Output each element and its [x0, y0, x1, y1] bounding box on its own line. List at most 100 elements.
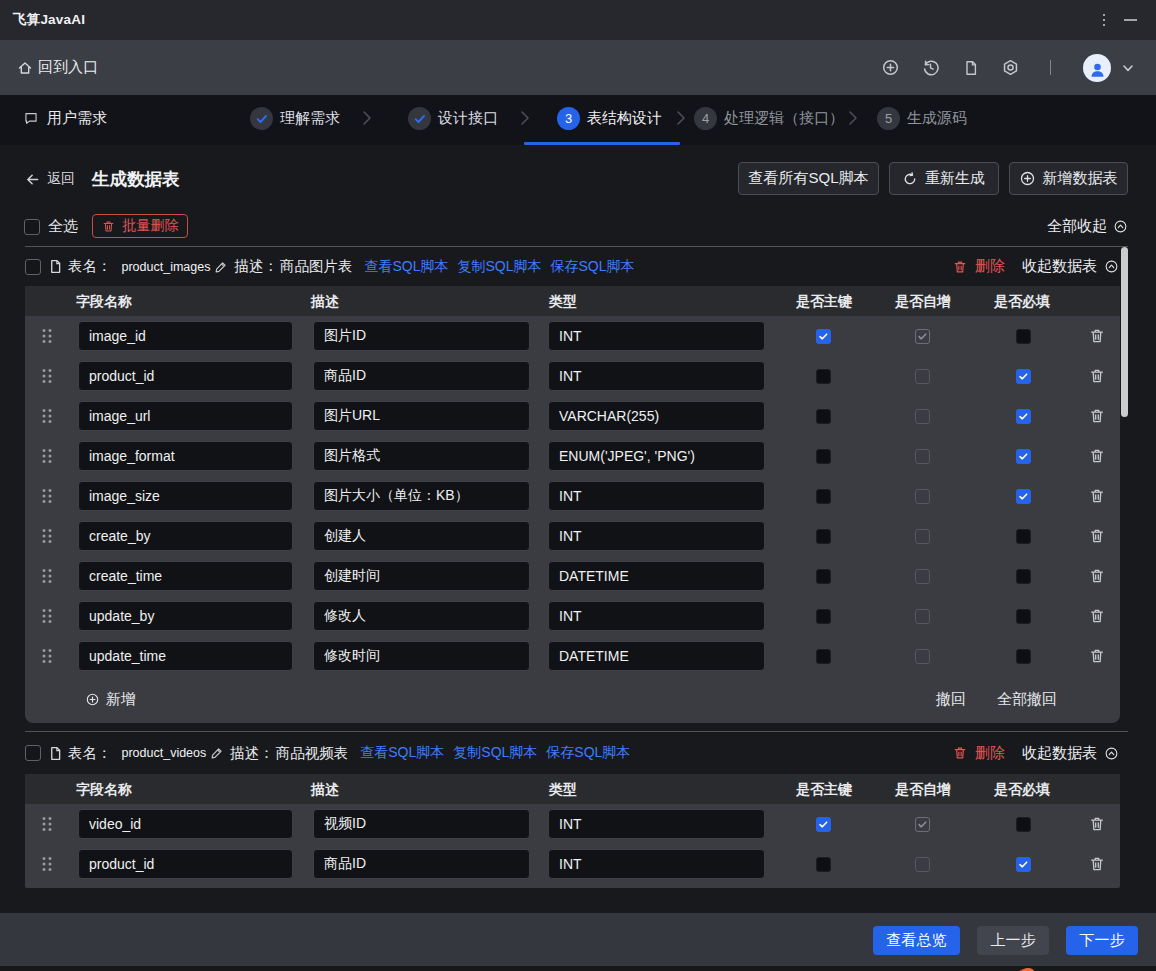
copy-sql-link[interactable]: 复制SQL脚本	[453, 744, 537, 762]
save-sql-link[interactable]: 保存SQL脚本	[546, 744, 630, 762]
field-desc-input[interactable]	[313, 809, 530, 839]
required-checkbox[interactable]	[1016, 489, 1031, 504]
field-name-input[interactable]	[78, 321, 293, 351]
required-checkbox[interactable]	[1016, 369, 1031, 384]
row-delete-icon[interactable]	[1089, 568, 1105, 584]
required-checkbox[interactable]	[1016, 857, 1031, 872]
window-minimize-icon[interactable]	[1117, 7, 1143, 33]
field-name-input[interactable]	[78, 809, 293, 839]
drag-handle-icon[interactable]	[41, 528, 53, 544]
field-type-input[interactable]	[548, 401, 765, 431]
account-menu-button[interactable]	[1122, 63, 1134, 73]
auto-increment-checkbox[interactable]	[915, 817, 930, 832]
primary-key-checkbox[interactable]	[816, 369, 831, 384]
primary-key-checkbox[interactable]	[816, 817, 831, 832]
field-type-input[interactable]	[548, 641, 765, 671]
field-desc-input[interactable]	[313, 601, 530, 631]
field-type-input[interactable]	[548, 481, 765, 511]
field-type-input[interactable]	[548, 361, 765, 391]
primary-key-checkbox[interactable]	[816, 569, 831, 584]
row-delete-icon[interactable]	[1089, 328, 1105, 344]
field-desc-input[interactable]	[313, 481, 530, 511]
batch-delete-button[interactable]: 批量删除	[92, 214, 188, 238]
field-desc-input[interactable]	[313, 401, 530, 431]
next-step-button[interactable]: 下一步	[1066, 926, 1138, 955]
field-type-input[interactable]	[548, 521, 765, 551]
row-delete-icon[interactable]	[1089, 856, 1105, 872]
drag-handle-icon[interactable]	[41, 856, 53, 872]
row-delete-icon[interactable]	[1089, 448, 1105, 464]
field-type-input[interactable]	[548, 441, 765, 471]
field-desc-input[interactable]	[313, 321, 530, 351]
required-checkbox[interactable]	[1016, 329, 1031, 344]
add-field-button[interactable]: 新增	[86, 676, 136, 723]
field-desc-input[interactable]	[313, 361, 530, 391]
regenerate-button[interactable]: 重新生成	[889, 162, 999, 195]
row-delete-icon[interactable]	[1089, 368, 1105, 384]
primary-key-checkbox[interactable]	[816, 649, 831, 664]
edit-pencil-icon[interactable]	[210, 746, 224, 760]
table-select-checkbox[interactable]	[25, 259, 41, 275]
auto-increment-checkbox[interactable]	[915, 857, 930, 872]
back-to-entrance-button[interactable]: 回到入口	[17, 58, 98, 77]
auto-increment-checkbox[interactable]	[915, 609, 930, 624]
drag-handle-icon[interactable]	[41, 608, 53, 624]
view-sql-link[interactable]: 查看SQL脚本	[360, 744, 444, 762]
field-type-input[interactable]	[548, 849, 765, 879]
step-table-structure-design[interactable]: 3 表结构设计	[557, 95, 662, 142]
drag-handle-icon[interactable]	[41, 648, 53, 664]
collapse-all-button[interactable]: 全部收起	[1047, 217, 1127, 236]
drag-handle-icon[interactable]	[41, 368, 53, 384]
primary-key-checkbox[interactable]	[816, 857, 831, 872]
undo-button[interactable]: 撤回	[936, 690, 966, 709]
auto-increment-checkbox[interactable]	[915, 649, 930, 664]
row-delete-icon[interactable]	[1089, 488, 1105, 504]
add-table-button[interactable]: 新增数据表	[1009, 162, 1128, 195]
required-checkbox[interactable]	[1016, 817, 1031, 832]
row-delete-icon[interactable]	[1089, 528, 1105, 544]
primary-key-checkbox[interactable]	[816, 409, 831, 424]
drag-handle-icon[interactable]	[41, 816, 53, 832]
field-desc-input[interactable]	[313, 849, 530, 879]
prev-step-button[interactable]: 上一步	[977, 926, 1049, 955]
field-type-input[interactable]	[548, 601, 765, 631]
auto-increment-checkbox[interactable]	[915, 449, 930, 464]
edit-pencil-icon[interactable]	[214, 260, 228, 274]
drag-handle-icon[interactable]	[41, 408, 53, 424]
required-checkbox[interactable]	[1016, 529, 1031, 544]
primary-key-checkbox[interactable]	[816, 609, 831, 624]
table-select-checkbox[interactable]	[25, 745, 41, 761]
required-checkbox[interactable]	[1016, 409, 1031, 424]
required-checkbox[interactable]	[1016, 649, 1031, 664]
user-requirement-tab[interactable]: 用户需求	[24, 95, 107, 142]
required-checkbox[interactable]	[1016, 569, 1031, 584]
step-processing-logic[interactable]: 4 处理逻辑（接口）	[694, 95, 844, 142]
field-name-input[interactable]	[78, 601, 293, 631]
field-desc-input[interactable]	[313, 561, 530, 591]
required-checkbox[interactable]	[1016, 609, 1031, 624]
auto-increment-checkbox[interactable]	[915, 529, 930, 544]
window-menu-icon[interactable]	[1091, 7, 1117, 33]
primary-key-checkbox[interactable]	[816, 529, 831, 544]
auto-increment-checkbox[interactable]	[915, 489, 930, 504]
field-type-input[interactable]	[548, 561, 765, 591]
field-type-input[interactable]	[548, 321, 765, 351]
field-desc-input[interactable]	[313, 521, 530, 551]
table-collapse-button[interactable]: 收起数据表	[1022, 257, 1118, 276]
field-name-input[interactable]	[78, 521, 293, 551]
back-button[interactable]: 返回	[25, 170, 75, 188]
field-name-input[interactable]	[78, 849, 293, 879]
drag-handle-icon[interactable]	[41, 328, 53, 344]
auto-increment-checkbox[interactable]	[915, 569, 930, 584]
row-delete-icon[interactable]	[1089, 608, 1105, 624]
card-scrollbar-thumb[interactable]	[1121, 247, 1128, 417]
field-name-input[interactable]	[78, 441, 293, 471]
row-delete-icon[interactable]	[1089, 816, 1105, 832]
field-name-input[interactable]	[78, 641, 293, 671]
field-desc-input[interactable]	[313, 641, 530, 671]
step-understand-requirements[interactable]: 理解需求	[250, 95, 340, 142]
table-collapse-button[interactable]: 收起数据表	[1022, 744, 1118, 763]
primary-key-checkbox[interactable]	[816, 489, 831, 504]
document-button[interactable]	[951, 48, 991, 88]
copy-sql-link[interactable]: 复制SQL脚本	[457, 258, 541, 276]
